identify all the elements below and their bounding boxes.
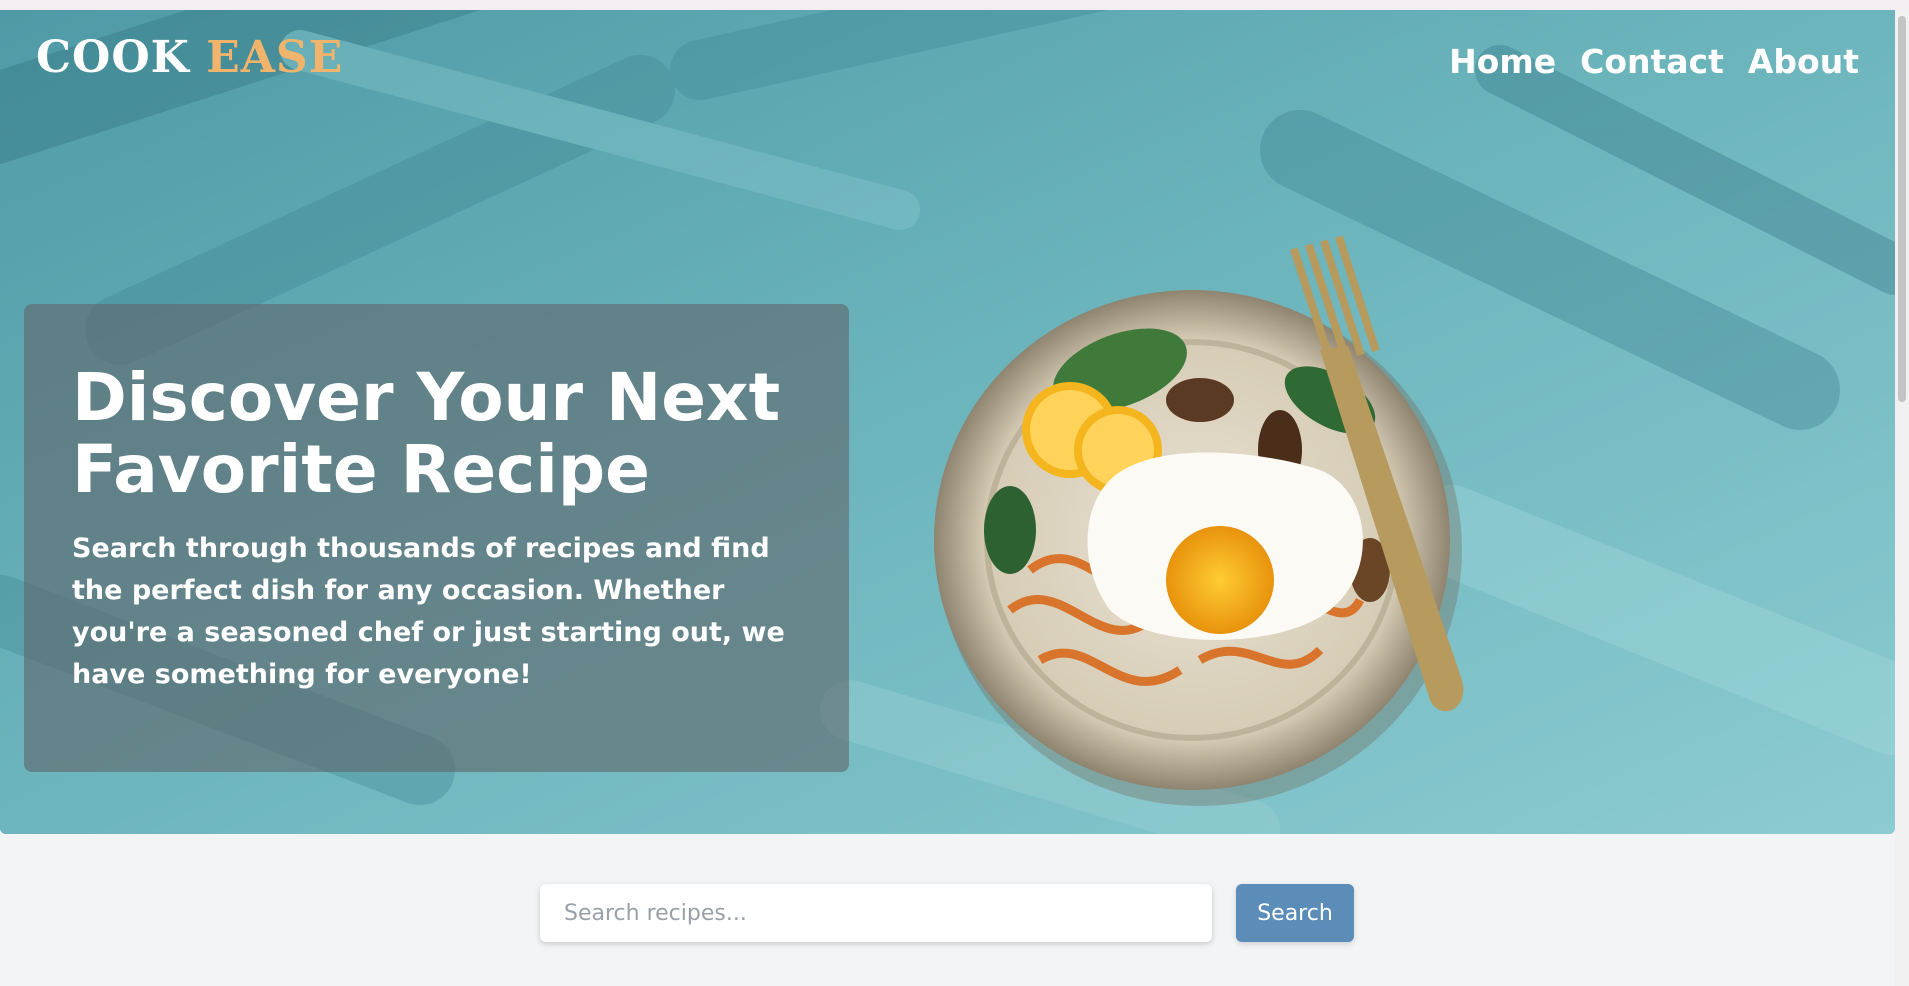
nav-link-contact[interactable]: Contact <box>1580 42 1724 81</box>
search-button[interactable]: Search <box>1236 884 1354 942</box>
hero-description: Search through thousands of recipes and … <box>72 533 785 690</box>
main-nav: Home Contact About <box>1449 42 1859 81</box>
hero-title: Discover Your Next Favorite Recipe <box>72 359 781 508</box>
scrollbar-thumb[interactable] <box>1898 16 1906 402</box>
site-logo[interactable]: COOK EASE <box>36 32 343 83</box>
search-input[interactable] <box>540 884 1212 942</box>
hero-section: COOK EASE Home Contact About Discover Yo… <box>0 10 1895 834</box>
page-scrollbar[interactable] <box>1895 10 1909 986</box>
nav-link-about[interactable]: About <box>1748 42 1859 81</box>
browser-top-strip <box>0 0 1909 10</box>
logo-text-accent: EASE <box>206 32 344 83</box>
hero-text-card: Discover Your Next Favorite Recipe Searc… <box>24 304 849 772</box>
nav-link-home[interactable]: Home <box>1449 42 1556 81</box>
logo-text-main: COOK <box>36 32 190 83</box>
search-bar: Search <box>540 884 1354 942</box>
